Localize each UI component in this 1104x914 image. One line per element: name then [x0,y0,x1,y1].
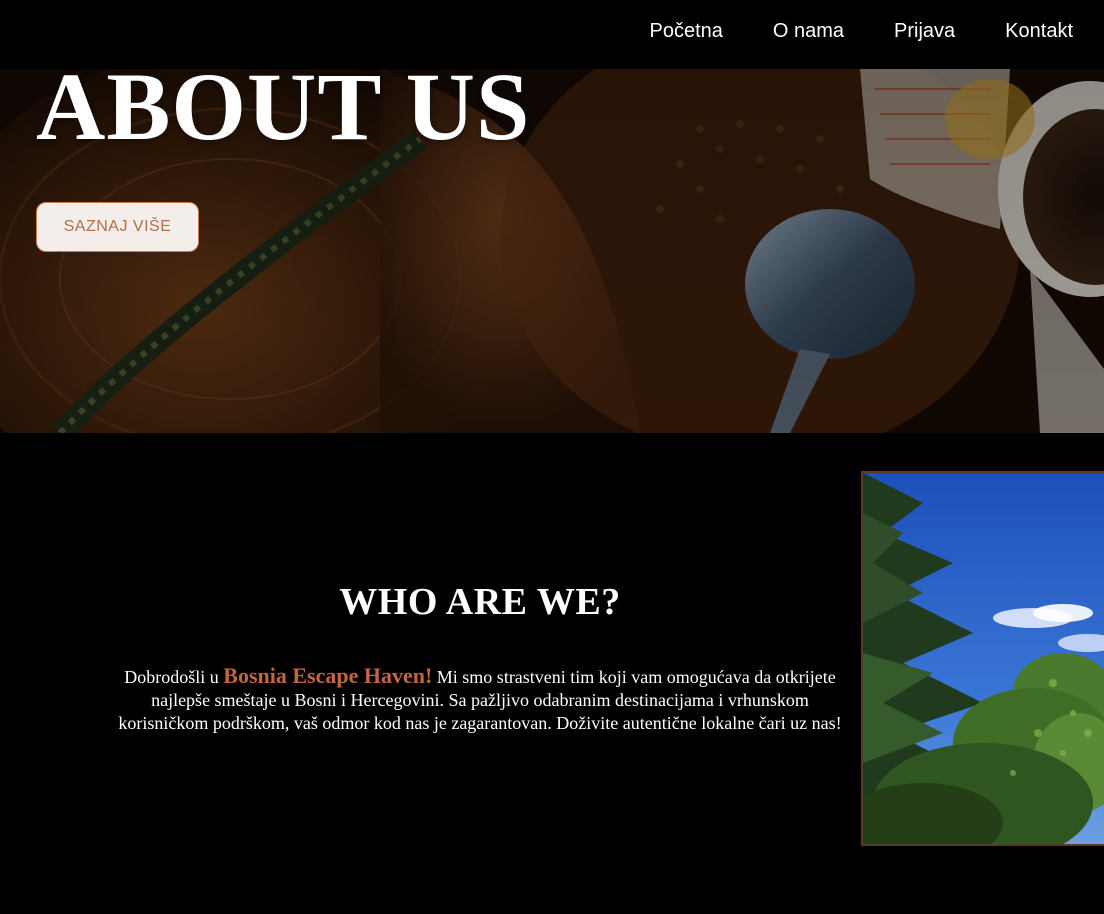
brand-name: Bosnia Escape Haven! [223,663,433,688]
nav-link-kontakt[interactable]: Kontakt [986,20,1104,43]
nav-link-o-nama[interactable]: O nama [754,20,875,43]
about-heading: WHO ARE WE? [339,581,621,623]
page-title: ABOUT US [36,69,531,160]
about-photo [861,471,1104,846]
hero-banner: ABOUT US SAZNAJ VIŠE [0,69,1104,433]
nav-links: Početna O nama Prijava Kontakt [630,0,1104,62]
top-navbar: Početna O nama Prijava Kontakt [0,0,1104,69]
about-text-intro: Dobrodošli u [124,667,224,687]
nav-link-pocetna[interactable]: Početna [630,20,753,43]
nature-landscape-image [863,473,1104,844]
about-section: WHO ARE WE? Dobrodošli u Bosnia Escape H… [100,580,860,735]
about-paragraph: Dobrodošli u Bosnia Escape Haven! Mi smo… [100,664,860,735]
learn-more-button[interactable]: SAZNAJ VIŠE [36,202,199,252]
nav-link-prijava[interactable]: Prijava [875,20,986,43]
